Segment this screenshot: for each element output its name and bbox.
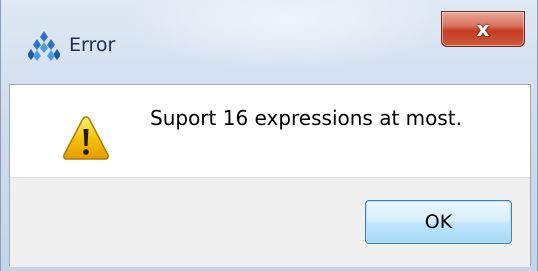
- ok-button[interactable]: OK: [365, 200, 512, 244]
- error-message: Suport 16 expressions at most.: [150, 106, 462, 130]
- button-bar: OK: [10, 177, 530, 267]
- dialog-content: Suport 16 expressions at most. OK: [9, 84, 531, 267]
- ok-button-label: OK: [424, 211, 453, 233]
- close-icon: x: [476, 17, 490, 41]
- dialog-title: Error: [69, 34, 116, 56]
- error-dialog: Error x Suport 16 expressions at most. O…: [0, 0, 538, 271]
- close-button[interactable]: x: [441, 11, 525, 47]
- warning-icon: [62, 115, 110, 161]
- app-logo-icon: [27, 29, 61, 61]
- message-area: Suport 16 expressions at most.: [10, 85, 530, 177]
- title-bar[interactable]: Error x: [1, 0, 537, 84]
